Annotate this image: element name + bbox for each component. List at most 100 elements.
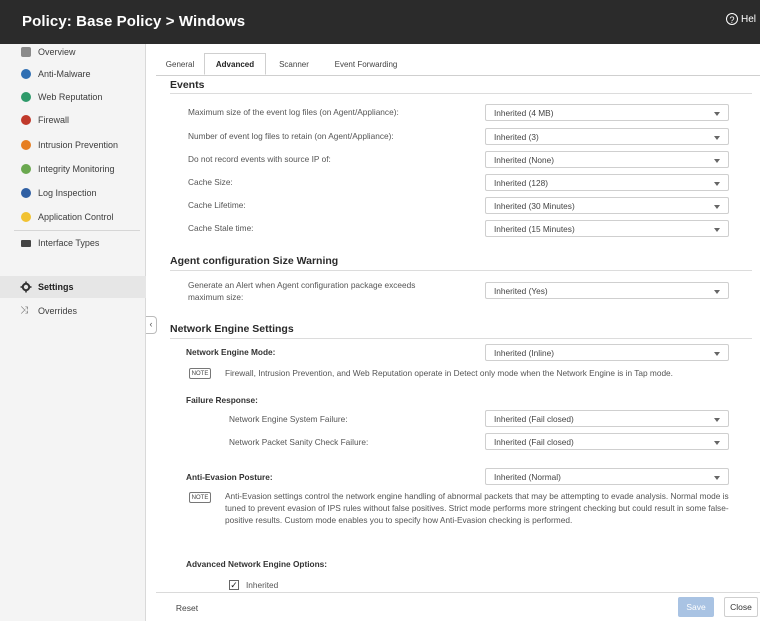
sidebar-item-label: Interface Types: [38, 238, 100, 248]
firewall-icon: [21, 115, 31, 125]
agent-config-label-line2: maximum size:: [188, 292, 244, 302]
log-files-retain-select[interactable]: Inherited (3): [485, 128, 729, 145]
agent-config-heading: Agent configuration Size Warning: [170, 255, 339, 267]
agent-config-label-line1: Generate an Alert when Agent configurati…: [188, 280, 416, 290]
anti-evasion-note: Anti-Evasion settings control the networ…: [225, 491, 729, 525]
settings-gear-icon: [20, 281, 32, 293]
select-value: Inherited (30 Minutes): [494, 201, 575, 211]
chevron-left-icon: ‹: [149, 319, 153, 329]
network-engine-heading: Network Engine Settings: [170, 323, 294, 335]
no-record-ip-select[interactable]: Inherited (None): [485, 151, 729, 168]
chevron-down-icon: [714, 182, 720, 186]
sidebar-item-label: Overview: [38, 47, 76, 57]
save-button[interactable]: Save: [678, 597, 714, 617]
sidebar-item-log-inspection[interactable]: Log Inspection: [0, 182, 146, 204]
select-value: Inherited (15 Minutes): [494, 224, 575, 234]
max-log-size-label: Maximum size of the event log files (on …: [188, 107, 399, 117]
select-value: Inherited (Inline): [494, 348, 554, 358]
interface-types-icon: [21, 239, 31, 247]
overview-icon: [21, 47, 31, 57]
sidebar-item-interface-types[interactable]: Interface Types: [0, 232, 146, 254]
overrides-icon: ⤨: [20, 305, 28, 316]
events-heading: Events: [170, 79, 205, 91]
sidebar-item-label: Anti-Malware: [38, 69, 91, 79]
select-value: Inherited (Normal): [494, 472, 561, 482]
reset-button[interactable]: Reset: [170, 598, 204, 618]
chevron-down-icon: [714, 136, 720, 140]
sidebar-collapse-handle[interactable]: ‹: [146, 316, 157, 334]
sidebar-item-label: Integrity Monitoring: [38, 164, 115, 174]
tab-bar: General Advanced Scanner Event Forwardin…: [156, 53, 760, 76]
log-files-retain-label: Number of event log files to retain (on …: [188, 131, 394, 141]
section-divider: [170, 338, 752, 339]
sidebar-item-application-control[interactable]: Application Control: [0, 206, 146, 228]
network-engine-mode-select[interactable]: Inherited (Inline): [485, 344, 729, 361]
advanced-options-heading: Advanced Network Engine Options:: [186, 559, 328, 569]
network-engine-mode-label: Network Engine Mode:: [186, 347, 276, 357]
tab-advanced[interactable]: Advanced: [204, 53, 266, 75]
sidebar-item-intrusion-prevention[interactable]: Intrusion Prevention: [0, 134, 146, 156]
close-button[interactable]: Close: [724, 597, 758, 617]
system-failure-select[interactable]: Inherited (Fail closed): [485, 410, 729, 427]
title-bar: Policy: Base Policy > Windows ? Hel: [0, 0, 760, 44]
sidebar-item-overview[interactable]: Overview: [0, 41, 146, 63]
select-value: Inherited (3): [494, 132, 539, 142]
section-divider: [170, 270, 752, 271]
sidebar-item-overrides[interactable]: ⤨ Overrides: [0, 300, 146, 322]
page-title: Policy: Base Policy > Windows: [22, 13, 246, 30]
tab-event-forwarding[interactable]: Event Forwarding: [320, 53, 412, 75]
question-circle-icon: ?: [725, 13, 738, 25]
packet-sanity-select[interactable]: Inherited (Fail closed): [485, 433, 729, 450]
application-control-icon: [21, 212, 31, 222]
agent-config-alert-select[interactable]: Inherited (Yes): [485, 282, 729, 299]
chevron-down-icon: [714, 112, 720, 116]
select-value: Inherited (128): [494, 178, 548, 188]
anti-evasion-label: Anti-Evasion Posture:: [186, 472, 273, 482]
failure-response-heading: Failure Response:: [186, 395, 258, 405]
section-divider: [170, 93, 752, 94]
cache-stale-time-select[interactable]: Inherited (15 Minutes): [485, 220, 729, 237]
cache-lifetime-label: Cache Lifetime:: [188, 200, 246, 210]
no-record-ip-label: Do not record events with source IP of:: [188, 154, 331, 164]
inherited-checkbox[interactable]: ✓: [229, 580, 239, 590]
sidebar-item-web-reputation[interactable]: Web Reputation: [0, 86, 146, 108]
note-badge: NOTE: [189, 368, 211, 379]
sidebar: Overview Anti-Malware Web Reputation Fir…: [0, 44, 146, 621]
sidebar-item-label: Intrusion Prevention: [38, 140, 119, 150]
network-engine-mode-note: Firewall, Intrusion Prevention, and Web …: [225, 368, 673, 378]
max-log-size-select[interactable]: Inherited (4 MB): [485, 104, 729, 121]
sidebar-divider: [14, 230, 140, 231]
tab-scanner[interactable]: Scanner: [268, 53, 320, 75]
cache-lifetime-select[interactable]: Inherited (30 Minutes): [485, 197, 729, 214]
sidebar-item-label: Firewall: [38, 115, 70, 125]
tab-general[interactable]: General: [156, 53, 204, 75]
chevron-down-icon: [714, 441, 720, 445]
select-value: Inherited (4 MB): [494, 108, 554, 118]
cache-stale-time-label: Cache Stale time:: [188, 223, 254, 233]
sidebar-item-label: Web Reputation: [38, 92, 103, 102]
chevron-down-icon: [714, 228, 720, 232]
anti-malware-icon: [21, 69, 31, 79]
packet-sanity-label: Network Packet Sanity Check Failure:: [229, 437, 369, 447]
chevron-down-icon: [714, 205, 720, 209]
inherited-checkbox-label: Inherited: [246, 580, 279, 590]
integrity-monitoring-icon: [21, 164, 31, 174]
chevron-down-icon: [714, 352, 720, 356]
sidebar-item-label: Application Control: [38, 212, 114, 222]
sidebar-item-settings[interactable]: Settings: [0, 276, 146, 298]
log-inspection-icon: [21, 188, 31, 198]
web-reputation-icon: [21, 92, 31, 102]
help-button[interactable]: ? Hel: [725, 13, 756, 25]
sidebar-item-integrity-monitoring[interactable]: Integrity Monitoring: [0, 158, 146, 180]
note-badge: NOTE: [189, 492, 211, 503]
sidebar-item-label: Log Inspection: [38, 188, 97, 198]
sidebar-item-label: Overrides: [38, 306, 78, 316]
select-value: Inherited (Yes): [494, 286, 548, 296]
cache-size-select[interactable]: Inherited (128): [485, 174, 729, 191]
sidebar-item-anti-malware[interactable]: Anti-Malware: [0, 63, 146, 85]
intrusion-prevention-icon: [21, 140, 31, 150]
sidebar-item-label: Settings: [38, 282, 74, 292]
chevron-down-icon: [714, 290, 720, 294]
sidebar-item-firewall[interactable]: Firewall: [0, 109, 146, 131]
anti-evasion-select[interactable]: Inherited (Normal): [485, 468, 729, 485]
